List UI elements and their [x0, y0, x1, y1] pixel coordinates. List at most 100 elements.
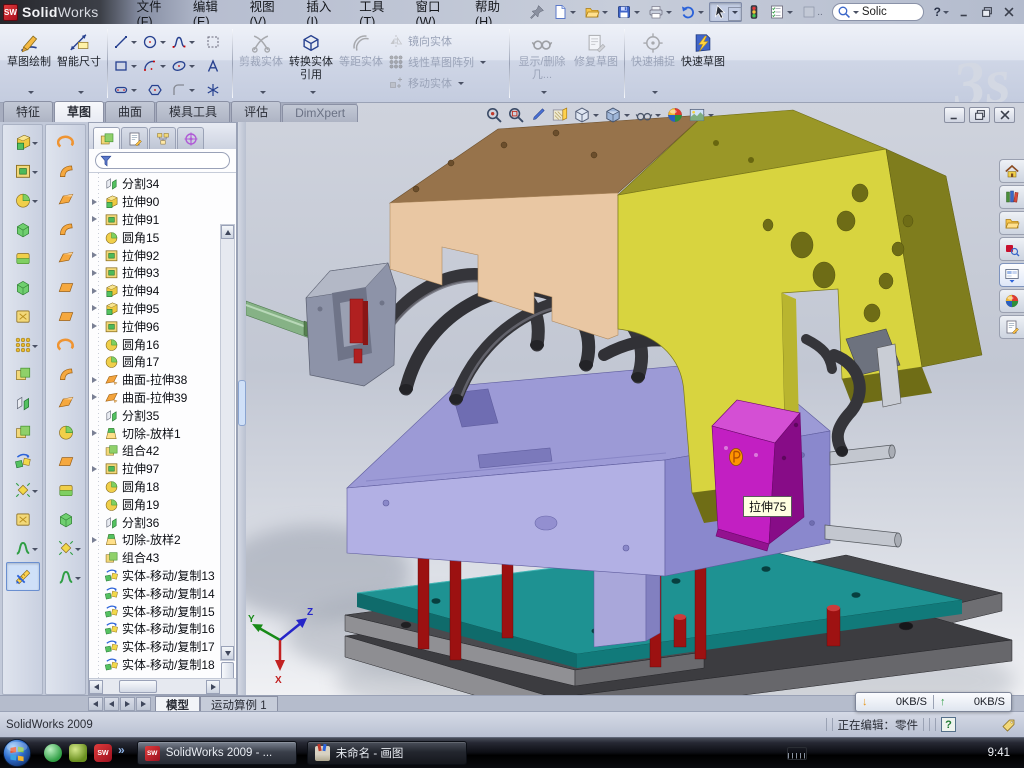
expand-arrow-icon[interactable] — [92, 518, 101, 527]
expand-arrow-icon[interactable] — [92, 642, 101, 651]
draft-button[interactable] — [6, 272, 40, 301]
expand-arrow-icon[interactable] — [92, 624, 101, 633]
expand-arrow-icon[interactable] — [92, 500, 101, 509]
feature-tree-item[interactable]: 实体-移动/复制15 — [91, 602, 236, 620]
feature-tree-filter-input[interactable] — [95, 152, 230, 169]
command-tab[interactable]: 曲面 — [105, 101, 155, 122]
section-view-button[interactable] — [550, 105, 570, 125]
expand-arrow-icon[interactable] — [92, 375, 101, 384]
expand-arrow-icon[interactable] — [92, 304, 101, 313]
panel-splitter[interactable] — [237, 122, 246, 695]
dome-button[interactable] — [49, 475, 83, 504]
reference-plane-button[interactable] — [6, 504, 40, 533]
dimxpertmanager-tab[interactable] — [177, 127, 204, 149]
dropdown-arrow-icon[interactable] — [787, 11, 793, 17]
fillet-button[interactable] — [6, 185, 40, 214]
tray-sync-icon[interactable] — [902, 746, 917, 761]
previous-view-button[interactable] — [528, 105, 548, 125]
command-tab[interactable]: 草图 — [54, 101, 104, 122]
expand-arrow-icon[interactable] — [92, 660, 101, 669]
linear-sketch-pattern-button[interactable]: 线性草图阵列 — [386, 53, 506, 71]
rebuild-button[interactable] — [743, 2, 765, 22]
featuremanager-tab[interactable] — [93, 127, 120, 149]
next-tab-button[interactable] — [120, 697, 135, 711]
quick-launch-messenger[interactable] — [44, 744, 62, 762]
ellipse-tool[interactable] — [169, 54, 198, 78]
previous-tab-button[interactable] — [104, 697, 119, 711]
file-explorer-tab[interactable] — [999, 211, 1024, 235]
swept-surface-button[interactable] — [49, 127, 83, 156]
tag-icon[interactable] — [1000, 717, 1016, 733]
surface-point-button[interactable] — [49, 533, 83, 562]
dropdown-arrow-icon[interactable] — [732, 11, 738, 17]
feature-tree-item[interactable]: 拉伸93 — [91, 264, 236, 282]
revolved-surface-button[interactable] — [49, 156, 83, 185]
dropdown-arrow-icon[interactable] — [698, 11, 704, 17]
dropdown-arrow-icon[interactable] — [634, 11, 640, 17]
document-tab[interactable]: 运动算例 1 — [200, 696, 278, 711]
apply-scene-button[interactable] — [687, 105, 716, 125]
appearances-tab[interactable] — [999, 289, 1024, 313]
extruded-cut-button[interactable] — [6, 156, 40, 185]
combine-button[interactable] — [6, 417, 40, 446]
expand-arrow-icon[interactable] — [92, 607, 101, 616]
knit-surface-button[interactable] — [49, 330, 83, 359]
taskbar-clock[interactable]: 9:41 — [988, 747, 1010, 759]
feature-tree-item[interactable]: 切除-放样1 — [91, 424, 236, 442]
view-orientation-button[interactable] — [572, 105, 601, 125]
doc-restore-button[interactable] — [969, 107, 990, 123]
tree-horizontal-scrollbar[interactable] — [89, 678, 236, 694]
lofted-surface-button[interactable] — [49, 214, 83, 243]
feature-tree-item[interactable]: 分割34 — [91, 175, 236, 193]
open-button[interactable] — [581, 2, 612, 22]
display-style-button[interactable] — [603, 105, 632, 125]
expand-arrow-icon[interactable] — [92, 215, 101, 224]
propertymanager-tab[interactable] — [121, 127, 148, 149]
scroll-up-button[interactable] — [221, 225, 234, 239]
dropdown-arrow-icon[interactable] — [666, 11, 672, 17]
save-button[interactable] — [613, 2, 644, 22]
feature-tree-item[interactable]: 拉伸94 — [91, 282, 236, 300]
search-input[interactable]: Solic — [832, 3, 924, 21]
feature-tree-item[interactable]: 圆角16 — [91, 335, 236, 353]
search-dropdown-icon[interactable] — [853, 11, 859, 17]
line-tool[interactable] — [111, 30, 140, 54]
planar-surface-button[interactable] — [49, 301, 83, 330]
sketch-button[interactable]: 草图绘制 — [4, 27, 54, 100]
feature-tree-item[interactable]: 拉伸92 — [91, 246, 236, 264]
tray-volume-icon[interactable] — [882, 746, 897, 761]
freeform-button[interactable] — [49, 504, 83, 533]
quick-launch-solidworks[interactable]: SW — [94, 744, 112, 762]
taskbar-task-button[interactable]: SW SolidWorks 2009 - ... — [137, 741, 297, 765]
point-tool[interactable] — [198, 78, 227, 102]
custom-properties-tab[interactable] — [999, 315, 1024, 339]
expand-arrow-icon[interactable] — [92, 589, 101, 598]
offset-entities-button[interactable]: 等距实体 — [336, 27, 386, 100]
feature-tree-item[interactable]: 实体-移动/复制18 — [91, 656, 236, 674]
doc-close-button[interactable] — [994, 107, 1015, 123]
feature-tree-item[interactable]: 拉伸97 — [91, 460, 236, 478]
convert-entities-button[interactable]: 转换实体引用 — [286, 27, 336, 100]
reference-point-button[interactable] — [6, 475, 40, 504]
move-entities-button[interactable]: 移动实体 — [386, 74, 506, 92]
expand-arrow-icon[interactable] — [92, 322, 101, 331]
feature-tree-item[interactable]: 组合43 — [91, 549, 236, 567]
wrap-button[interactable] — [6, 301, 40, 330]
scroll-right-button[interactable] — [206, 680, 220, 694]
toolbar-overflow[interactable]: .. — [798, 2, 826, 22]
command-tab[interactable]: DimXpert — [282, 104, 358, 122]
scroll-down-button[interactable] — [221, 646, 234, 660]
rib-button[interactable] — [6, 214, 40, 243]
taskbar-task-button[interactable]: 未命名 - 画图 — [307, 741, 467, 765]
tray-antivirus-icon[interactable] — [822, 746, 837, 761]
rapid-sketch-button[interactable]: 快速草图 — [678, 27, 728, 100]
feature-tree-item[interactable]: 圆角15 — [91, 228, 236, 246]
sketch-fillet-tool[interactable] — [169, 78, 198, 102]
design-library-tab[interactable] — [999, 185, 1024, 209]
circle-tool[interactable] — [140, 30, 169, 54]
expand-arrow-icon[interactable] — [92, 357, 101, 366]
text-tool[interactable] — [198, 54, 227, 78]
edit-appearance-button[interactable] — [665, 105, 685, 125]
start-button[interactable] — [2, 738, 32, 768]
expand-arrow-icon[interactable] — [92, 197, 101, 206]
